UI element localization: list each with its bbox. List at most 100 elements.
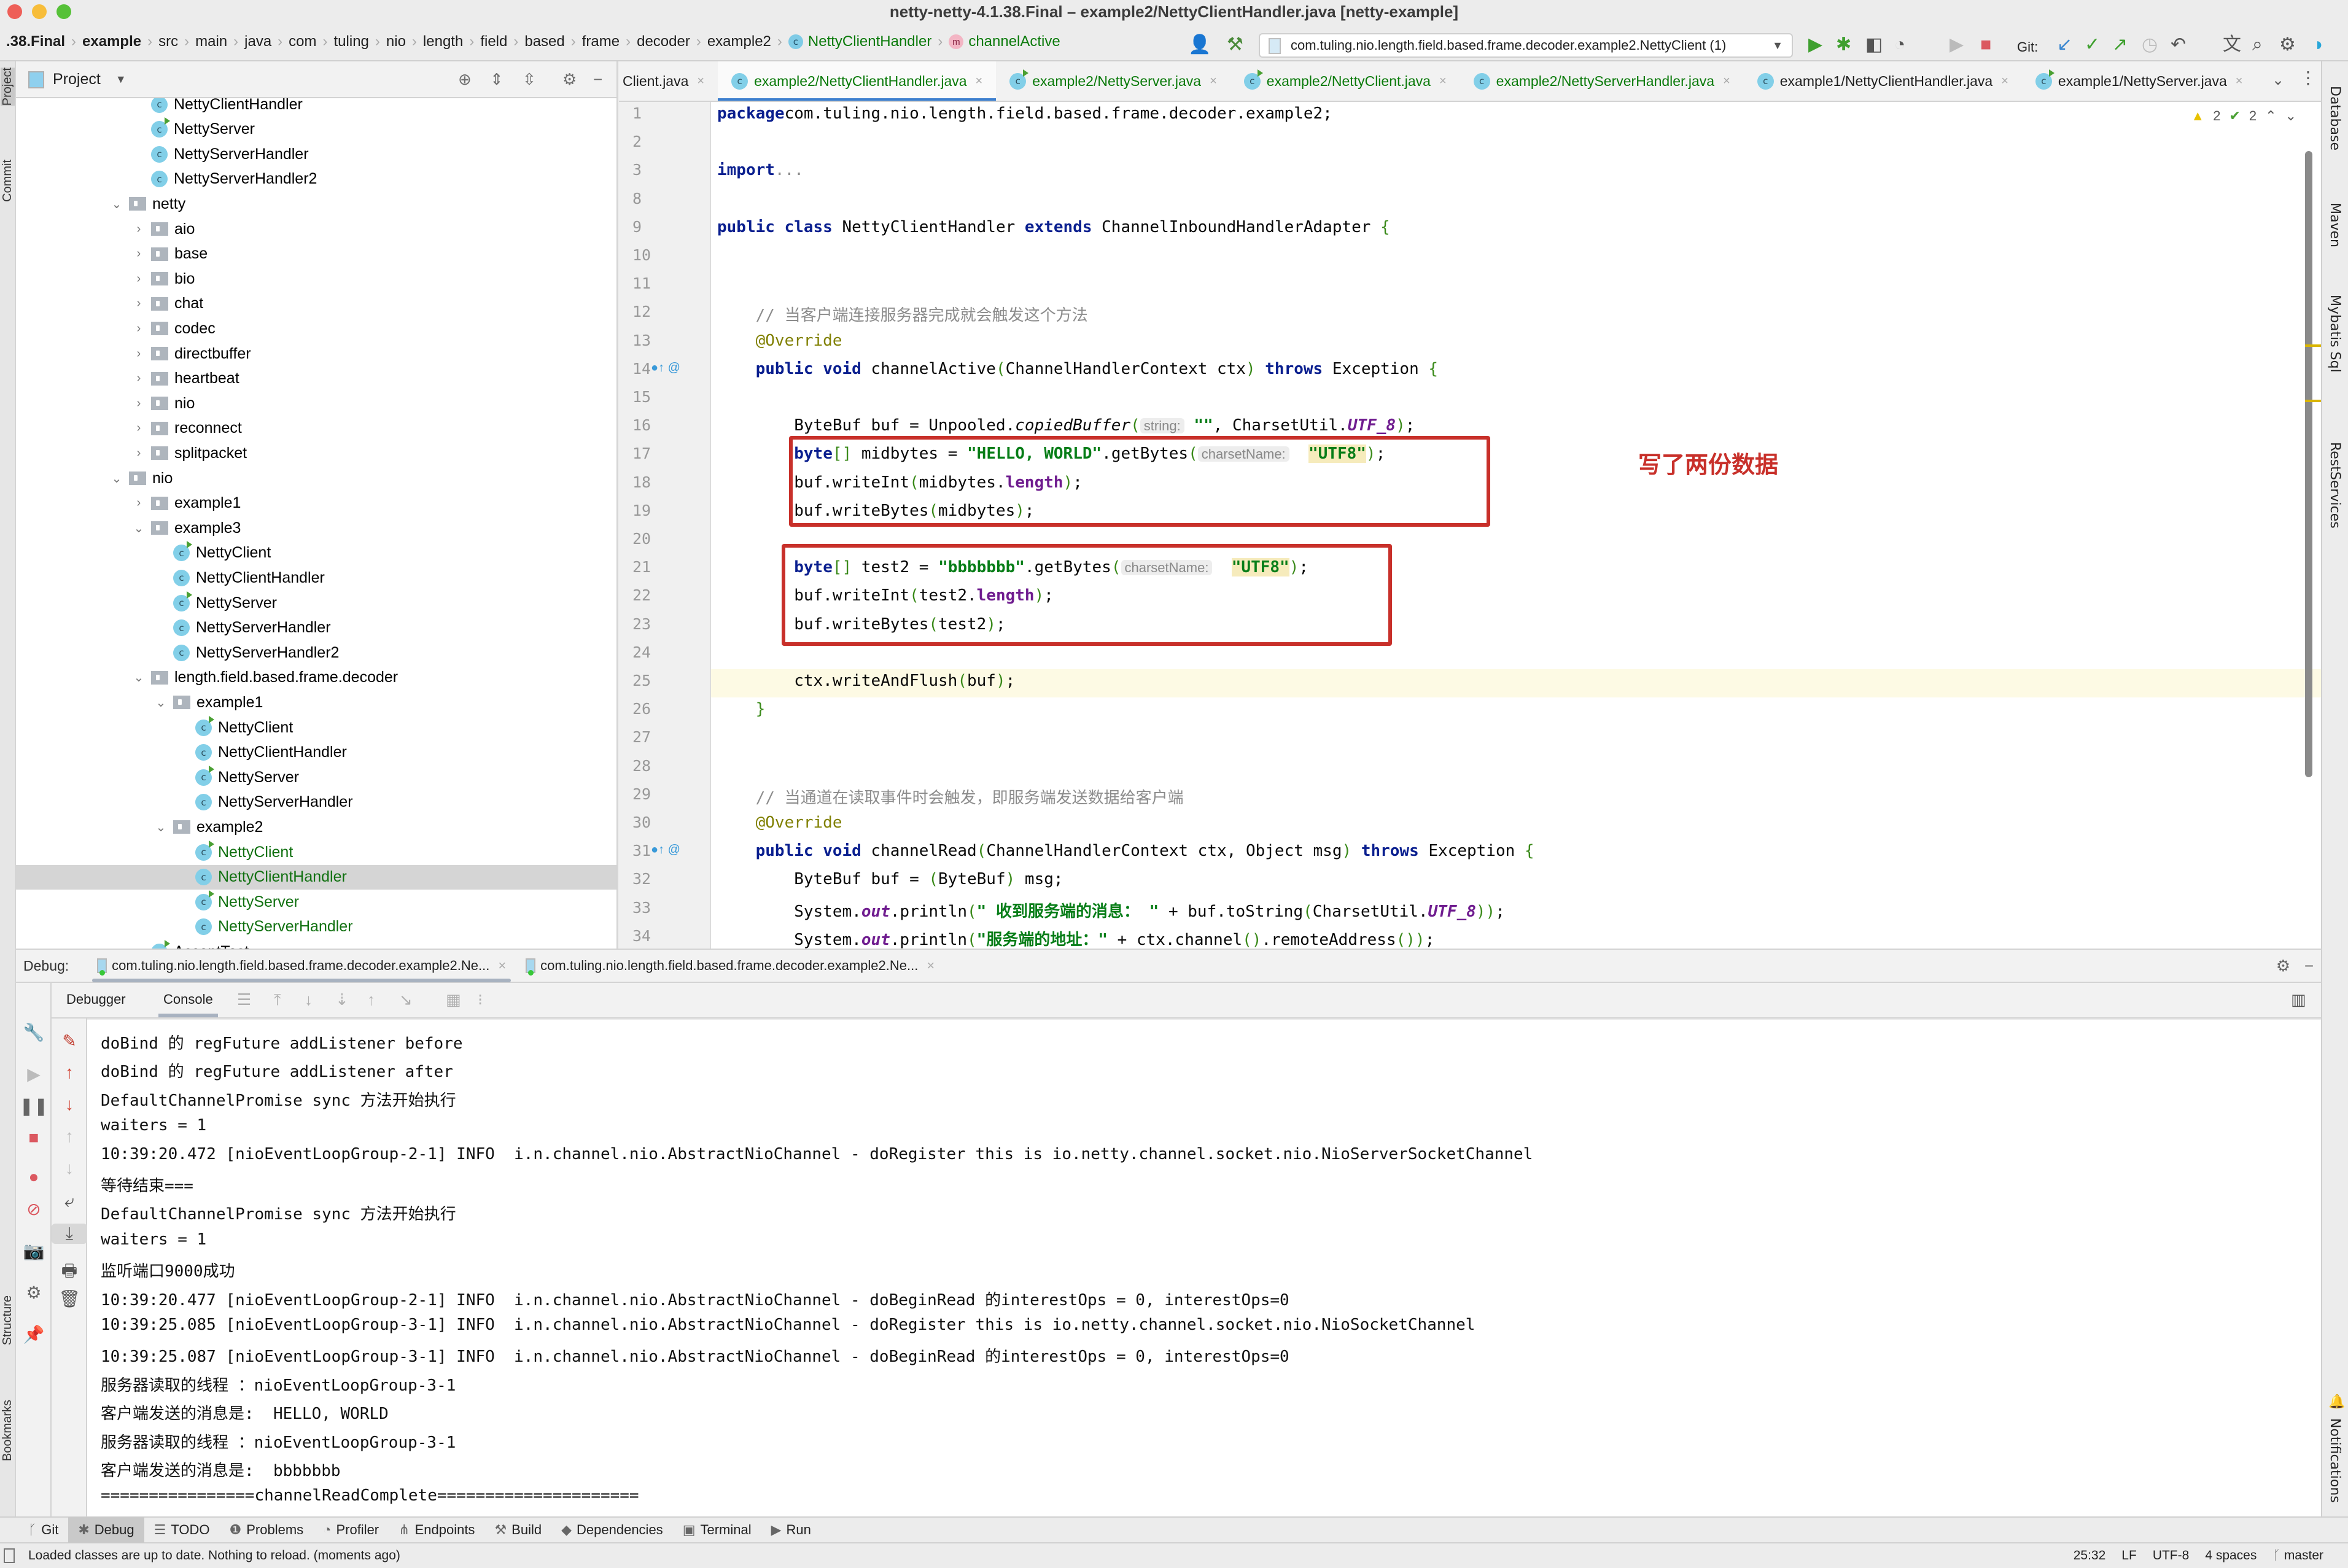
- hide-panel-icon[interactable]: −: [593, 70, 602, 89]
- line-number[interactable]: 9: [632, 218, 675, 236]
- inspection-widget[interactable]: ▲ 2 ✔ 2 ⌃ ⌄: [2191, 108, 2296, 124]
- tool-window-todo[interactable]: ☰ TODO: [144, 1517, 220, 1543]
- line-number[interactable]: 13: [632, 332, 675, 349]
- close-icon[interactable]: ×: [2001, 74, 2008, 88]
- breadcrumb-item[interactable]: com: [282, 33, 322, 50]
- line-number[interactable]: 10: [632, 246, 675, 264]
- chevron-right-icon[interactable]: ›: [131, 397, 146, 411]
- tree-file[interactable]: c NettyServerHandler: [16, 142, 616, 166]
- override-method-icon[interactable]: ●↑ @: [651, 843, 680, 857]
- console-output[interactable]: doBind 的 regFuture addListener before doB…: [87, 1020, 2321, 1516]
- tree-folder[interactable]: ⌄ example3: [16, 516, 616, 540]
- line-number[interactable]: 16: [632, 416, 675, 434]
- project-view-selector[interactable]: Project: [53, 71, 101, 88]
- line-number[interactable]: 2: [632, 133, 675, 150]
- run-disabled-icon[interactable]: ▶: [1950, 34, 1964, 55]
- up-stack-icon[interactable]: ↑: [52, 1063, 87, 1082]
- override-method-icon[interactable]: ●↑ @: [651, 361, 680, 375]
- stripe-project-tab[interactable]: Project: [1, 68, 15, 106]
- line-number[interactable]: 26: [632, 700, 675, 718]
- breadcrumb-item[interactable]: main: [189, 33, 233, 50]
- editor-gutter[interactable]: 1 2 3 8 9 10 11 12 13 14 ●↑ @15 16 17 18 19 20 21 22 23 24 2…: [619, 102, 711, 949]
- step-over-icon[interactable]: ↓: [305, 990, 313, 1009]
- editor-tab[interactable]: c example2/NettyServerHandler.java ×: [1460, 61, 1744, 101]
- tree-file[interactable]: c NettyClient: [16, 541, 616, 565]
- tree-file[interactable]: c NettyServerHandler: [16, 915, 616, 939]
- editor-scrollbar[interactable]: [2305, 151, 2312, 777]
- show-execution-point-icon[interactable]: ⤒: [274, 990, 281, 1010]
- line-number[interactable]: 30: [632, 813, 675, 831]
- line-number[interactable]: 20: [632, 530, 675, 548]
- breadcrumb-item[interactable]: length: [417, 33, 469, 50]
- next-occurrence-icon[interactable]: ↓: [52, 1159, 87, 1178]
- stripe-mybatis-sql-tab[interactable]: Mybatis Sql: [2327, 295, 2342, 373]
- git-push-icon[interactable]: ↗: [2112, 34, 2128, 55]
- pin-icon[interactable]: 📌: [16, 1324, 52, 1345]
- tool-window-profiler[interactable]: ◔ Profiler: [313, 1517, 389, 1543]
- tree-file[interactable]: c NettyServer: [16, 890, 616, 914]
- stop-icon[interactable]: ■: [16, 1128, 52, 1147]
- chevron-right-icon[interactable]: ›: [131, 446, 146, 460]
- breadcrumb-item[interactable]: based: [518, 33, 570, 50]
- chevron-down-icon[interactable]: ⌄: [131, 521, 146, 536]
- line-number[interactable]: 18: [632, 473, 675, 491]
- gear-icon[interactable]: ⚙: [2276, 957, 2290, 976]
- status-message[interactable]: Loaded classes are up to date. Nothing t…: [28, 1548, 400, 1563]
- gear-icon[interactable]: ⚙: [562, 70, 577, 89]
- tree-file[interactable]: c NettyClientHandler: [16, 98, 616, 117]
- stripe-bookmarks-tab[interactable]: Bookmarks: [1, 1400, 15, 1461]
- plugin-logo-icon[interactable]: ◗: [2314, 34, 2325, 55]
- tree-folder[interactable]: › reconnect: [16, 416, 616, 441]
- chevron-down-icon[interactable]: ⌄: [109, 471, 124, 486]
- tree-file[interactable]: c NettyServerHandler: [16, 790, 616, 815]
- chevron-right-icon[interactable]: ›: [131, 496, 146, 510]
- tree-folder[interactable]: ⌄ example2: [16, 815, 616, 839]
- close-icon[interactable]: ×: [2236, 74, 2243, 88]
- debug-session-tab[interactable]: com.tuling.nio.length.field.based.frame.…: [87, 949, 516, 982]
- line-number[interactable]: 12: [632, 303, 675, 320]
- translate-icon[interactable]: 文: [2223, 34, 2241, 55]
- down-stack-icon[interactable]: ↓: [52, 1095, 87, 1114]
- breadcrumb-item[interactable]: frame: [576, 33, 626, 50]
- tree-folder[interactable]: ⌄ netty: [16, 192, 616, 216]
- tree-folder[interactable]: › aio: [16, 217, 616, 241]
- tool-window-endpoints[interactable]: ⋔ Endpoints: [389, 1517, 484, 1543]
- layout-icon[interactable]: ▥: [2291, 990, 2306, 1009]
- chevron-down-icon[interactable]: ▼: [115, 73, 126, 86]
- previous-occurrence-icon[interactable]: ↑: [52, 1127, 87, 1146]
- breadcrumb-item[interactable]: .38.Final: [0, 33, 71, 50]
- profile-icon[interactable]: ◔: [1894, 34, 1905, 55]
- breadcrumb-item[interactable]: tuling: [328, 33, 375, 50]
- tree-file[interactable]: c NettyServer: [16, 591, 616, 615]
- tool-window-build[interactable]: ⚒ Build: [484, 1517, 551, 1543]
- line-number[interactable]: 15: [632, 388, 675, 406]
- chevron-right-icon[interactable]: ›: [131, 247, 146, 261]
- chevron-right-icon[interactable]: ›: [131, 222, 146, 236]
- line-number[interactable]: 24: [632, 643, 675, 661]
- trash-icon[interactable]: 🗑: [52, 1289, 87, 1309]
- tree-file[interactable]: c AcceptTest: [16, 939, 616, 949]
- tabs-overflow-chevron-icon[interactable]: ⌄: [2272, 71, 2284, 89]
- search-icon[interactable]: ⌕: [2252, 34, 2263, 55]
- tab-console[interactable]: Console: [158, 992, 218, 1017]
- tree-file[interactable]: c NettyServerHandler2: [16, 640, 616, 665]
- editor-tab[interactable]: c example2/NettyClientHandler.java ×: [718, 61, 997, 101]
- chevron-right-icon[interactable]: ›: [131, 421, 146, 435]
- tree-folder[interactable]: › nio: [16, 391, 616, 416]
- run-icon[interactable]: ▶: [1808, 34, 1822, 55]
- tree-folder[interactable]: ⌄ nio: [16, 466, 616, 491]
- tree-folder[interactable]: ⌄ example1: [16, 690, 616, 715]
- editor-tab[interactable]: c example2/NettyServer.java ×: [996, 61, 1230, 101]
- line-number[interactable]: 3: [632, 161, 675, 179]
- tree-file[interactable]: c NettyClientHandler: [16, 864, 616, 890]
- hide-panel-icon[interactable]: −: [2304, 957, 2314, 976]
- tree-file[interactable]: c NettyClient: [16, 715, 616, 740]
- chevron-right-icon[interactable]: ›: [131, 322, 146, 336]
- soft-wrap-icon[interactable]: ⤶: [52, 1192, 87, 1212]
- line-number[interactable]: 23: [632, 615, 675, 633]
- chevron-right-icon[interactable]: ›: [131, 297, 146, 311]
- line-separator[interactable]: LF: [2121, 1548, 2137, 1563]
- clear-edit-icon[interactable]: ✎: [52, 1031, 87, 1051]
- chevron-down-icon[interactable]: ⌄: [154, 820, 168, 835]
- debug-icon[interactable]: ✱: [1836, 34, 1851, 55]
